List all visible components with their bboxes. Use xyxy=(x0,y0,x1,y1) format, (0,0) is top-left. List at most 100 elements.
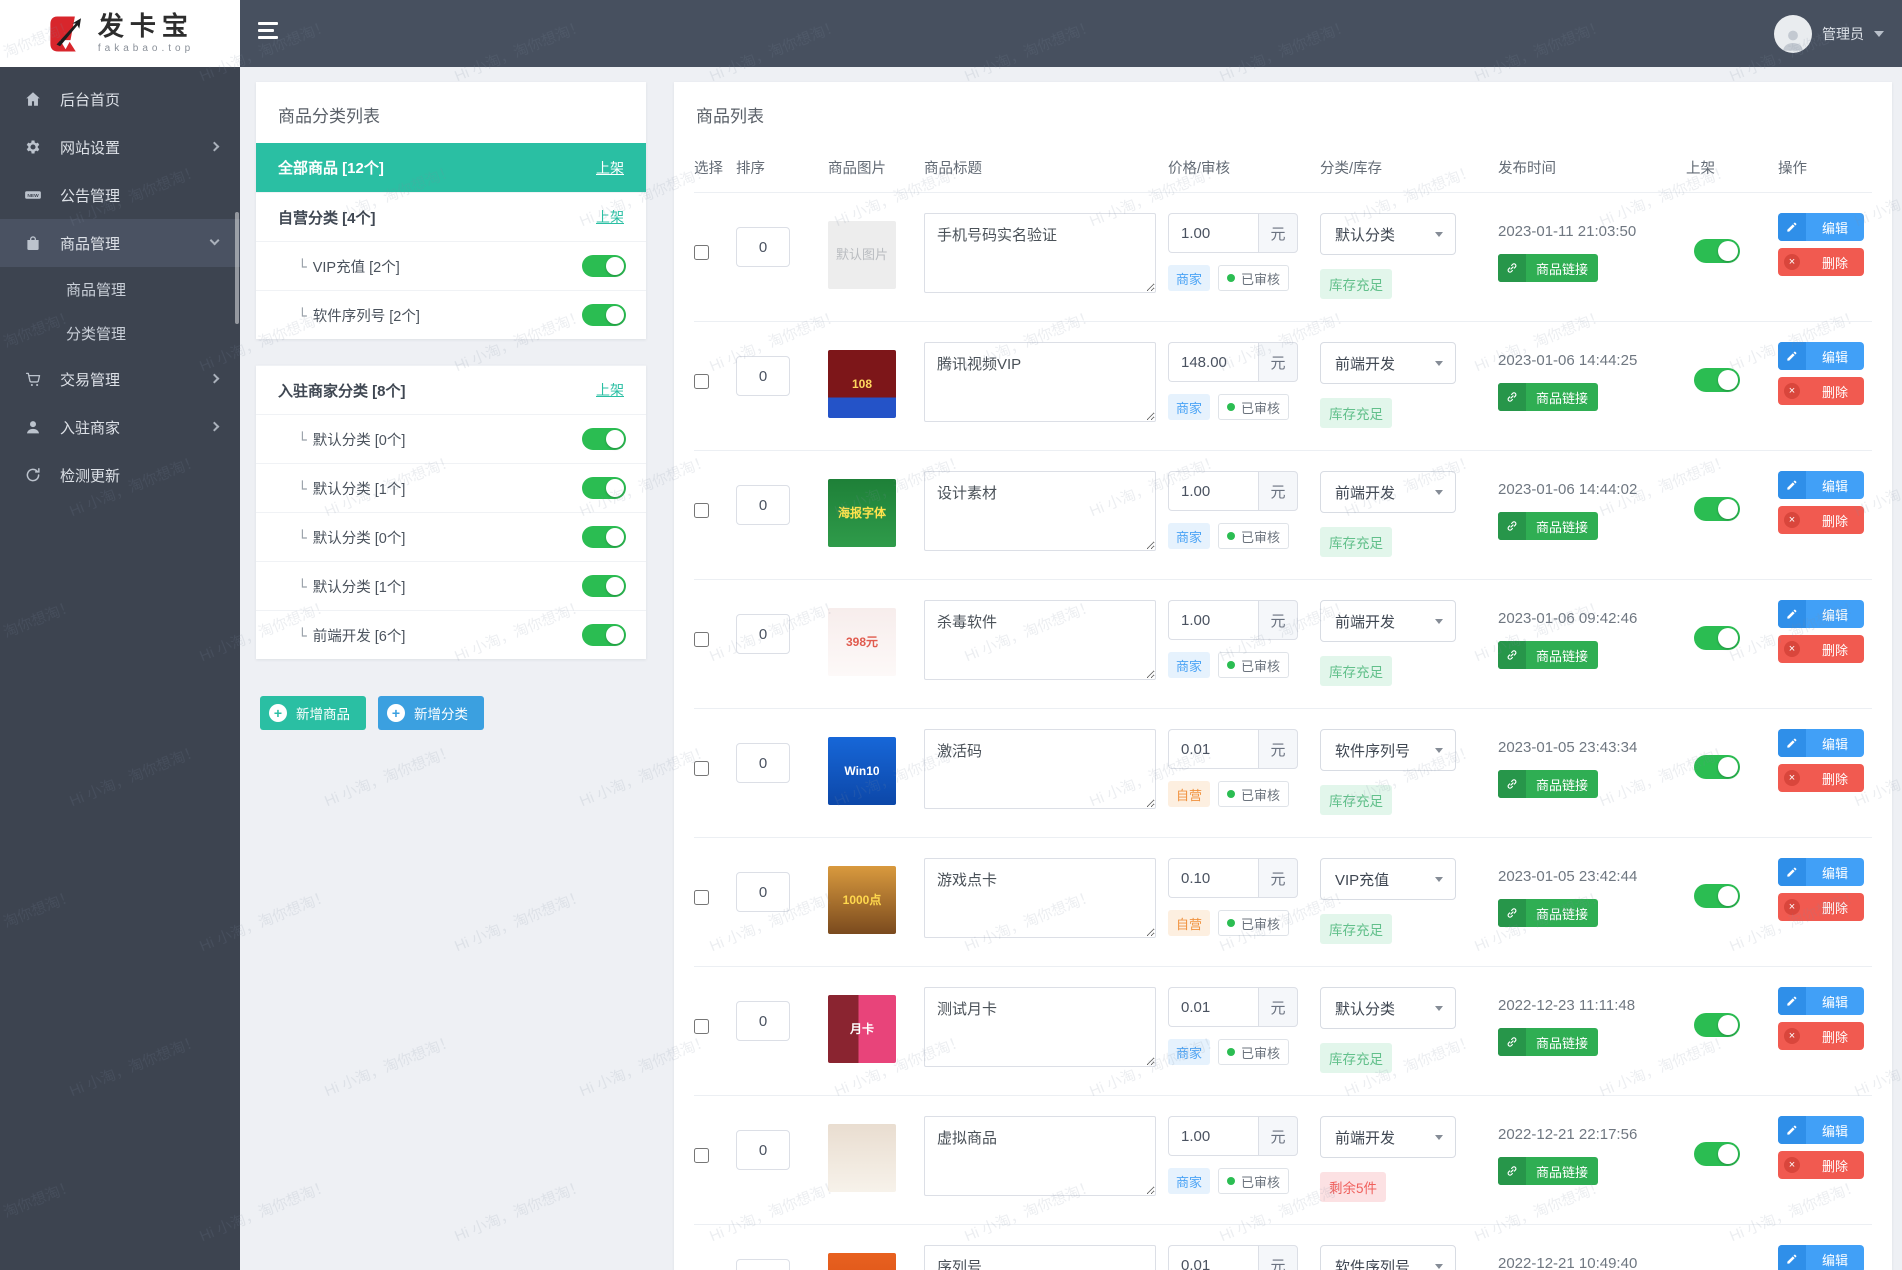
product-title-textarea[interactable]: 杀毒软件 xyxy=(924,600,1156,680)
edit-button[interactable]: 编辑 xyxy=(1778,471,1864,499)
sidebar-item-update-check[interactable]: 检测更新 xyxy=(0,451,240,499)
category-select[interactable]: 软件序列号 xyxy=(1320,729,1456,771)
product-link-button[interactable]: 商品链接 xyxy=(1498,899,1599,927)
category-select[interactable]: VIP充值 xyxy=(1320,858,1456,900)
row-checkbox[interactable] xyxy=(694,761,709,776)
sort-input[interactable] xyxy=(736,872,790,912)
row-checkbox[interactable] xyxy=(694,374,709,389)
product-title-textarea[interactable]: 测试月卡 xyxy=(924,987,1156,1067)
product-title-textarea[interactable]: 虚拟商品 xyxy=(924,1116,1156,1196)
category-select[interactable]: 默认分类 xyxy=(1320,987,1456,1029)
delete-button[interactable]: × 删除 xyxy=(1778,1151,1864,1179)
edit-button[interactable]: 编辑 xyxy=(1778,1245,1864,1270)
delete-button[interactable]: × 删除 xyxy=(1778,893,1864,921)
edit-button[interactable]: 编辑 xyxy=(1778,987,1864,1015)
price-input[interactable] xyxy=(1168,858,1258,898)
category-item-row[interactable]: └ 软件序列号 [2个] xyxy=(256,290,646,339)
category-item-row[interactable]: └ 默认分类 [0个] xyxy=(256,512,646,561)
sidebar-subitem-product-management[interactable]: 商品管理 xyxy=(0,267,240,311)
onshelf-toggle[interactable] xyxy=(1694,368,1740,392)
category-group-row[interactable]: 全部商品 [12个] 上架 xyxy=(256,143,646,192)
category-toggle[interactable] xyxy=(582,526,626,548)
category-select[interactable]: 软件序列号 xyxy=(1320,1245,1456,1270)
category-select[interactable]: 前端开发 xyxy=(1320,342,1456,384)
category-toggle[interactable] xyxy=(582,428,626,450)
row-checkbox[interactable] xyxy=(694,632,709,647)
category-select[interactable]: 前端开发 xyxy=(1320,1116,1456,1158)
sidebar-item-announcements[interactable]: NEW 公告管理 xyxy=(0,171,240,219)
sort-input[interactable] xyxy=(736,743,790,783)
price-input[interactable] xyxy=(1168,987,1258,1027)
row-checkbox[interactable] xyxy=(694,245,709,260)
product-link-button[interactable]: 商品链接 xyxy=(1498,641,1599,669)
edit-button[interactable]: 编辑 xyxy=(1778,1116,1864,1144)
onshelf-toggle[interactable] xyxy=(1694,884,1740,908)
delete-button[interactable]: × 删除 xyxy=(1778,248,1864,276)
product-title-textarea[interactable]: 设计素材 xyxy=(924,471,1156,551)
category-select[interactable]: 前端开发 xyxy=(1320,600,1456,642)
product-title-textarea[interactable]: 手机号码实名验证 xyxy=(924,213,1156,293)
product-title-textarea[interactable]: 序列号 xyxy=(924,1245,1156,1270)
price-input[interactable] xyxy=(1168,1245,1258,1270)
onshelf-link[interactable]: 上架 xyxy=(596,380,624,400)
sidebar-item-home[interactable]: 后台首页 xyxy=(0,75,240,123)
row-checkbox[interactable] xyxy=(694,503,709,518)
sort-input[interactable] xyxy=(736,614,790,654)
user-menu[interactable]: 管理员 xyxy=(1774,0,1884,67)
add-category-button[interactable]: + 新增分类 xyxy=(378,696,484,730)
product-title-textarea[interactable]: 激活码 xyxy=(924,729,1156,809)
category-select[interactable]: 前端开发 xyxy=(1320,471,1456,513)
sort-input[interactable] xyxy=(736,485,790,525)
category-toggle[interactable] xyxy=(582,255,626,277)
price-input[interactable] xyxy=(1168,213,1258,253)
product-link-button[interactable]: 商品链接 xyxy=(1498,512,1599,540)
product-title-textarea[interactable]: 游戏点卡 xyxy=(924,858,1156,938)
sort-input[interactable] xyxy=(736,1130,790,1170)
onshelf-link[interactable]: 上架 xyxy=(596,158,624,178)
sidebar-item-trade[interactable]: 交易管理 xyxy=(0,355,240,403)
category-item-row[interactable]: └ 默认分类 [0个] xyxy=(256,414,646,463)
onshelf-link[interactable]: 上架 xyxy=(596,207,624,227)
sort-input[interactable] xyxy=(736,227,790,267)
product-link-button[interactable]: 商品链接 xyxy=(1498,254,1599,282)
category-toggle[interactable] xyxy=(582,624,626,646)
category-item-row[interactable]: └ 默认分类 [1个] xyxy=(256,463,646,512)
category-item-row[interactable]: └ 前端开发 [6个] xyxy=(256,610,646,659)
sort-input[interactable] xyxy=(736,1259,790,1270)
product-title-textarea[interactable]: 腾讯视频VIP xyxy=(924,342,1156,422)
onshelf-toggle[interactable] xyxy=(1694,626,1740,650)
sidebar-item-products[interactable]: 商品管理 xyxy=(0,219,240,267)
edit-button[interactable]: 编辑 xyxy=(1778,213,1864,241)
edit-button[interactable]: 编辑 xyxy=(1778,729,1864,757)
row-checkbox[interactable] xyxy=(694,890,709,905)
delete-button[interactable]: × 删除 xyxy=(1778,1022,1864,1050)
product-link-button[interactable]: 商品链接 xyxy=(1498,383,1599,411)
price-input[interactable] xyxy=(1168,471,1258,511)
category-group-row[interactable]: 自营分类 [4个] 上架 xyxy=(256,192,646,241)
sidebar-item-merchants[interactable]: 入驻商家 xyxy=(0,403,240,451)
price-input[interactable] xyxy=(1168,342,1258,382)
category-toggle[interactable] xyxy=(582,575,626,597)
delete-button[interactable]: × 删除 xyxy=(1778,506,1864,534)
sort-input[interactable] xyxy=(736,1001,790,1041)
price-input[interactable] xyxy=(1168,729,1258,769)
product-link-button[interactable]: 商品链接 xyxy=(1498,770,1599,798)
add-product-button[interactable]: + 新增商品 xyxy=(260,696,366,730)
category-toggle[interactable] xyxy=(582,477,626,499)
onshelf-toggle[interactable] xyxy=(1694,497,1740,521)
onshelf-toggle[interactable] xyxy=(1694,1013,1740,1037)
menu-toggle-icon[interactable] xyxy=(258,22,282,44)
category-toggle[interactable] xyxy=(582,304,626,326)
category-group-row[interactable]: 入驻商家分类 [8个] 上架 xyxy=(256,365,646,414)
onshelf-toggle[interactable] xyxy=(1694,1142,1740,1166)
sidebar-subitem-category-management[interactable]: 分类管理 xyxy=(0,311,240,355)
delete-button[interactable]: × 删除 xyxy=(1778,635,1864,663)
delete-button[interactable]: × 删除 xyxy=(1778,764,1864,792)
sidebar-scrollbar[interactable] xyxy=(235,212,239,324)
row-checkbox[interactable] xyxy=(694,1148,709,1163)
category-select[interactable]: 默认分类 xyxy=(1320,213,1456,255)
category-item-row[interactable]: └ VIP充值 [2个] xyxy=(256,241,646,290)
delete-button[interactable]: × 删除 xyxy=(1778,377,1864,405)
edit-button[interactable]: 编辑 xyxy=(1778,600,1864,628)
category-item-row[interactable]: └ 默认分类 [1个] xyxy=(256,561,646,610)
